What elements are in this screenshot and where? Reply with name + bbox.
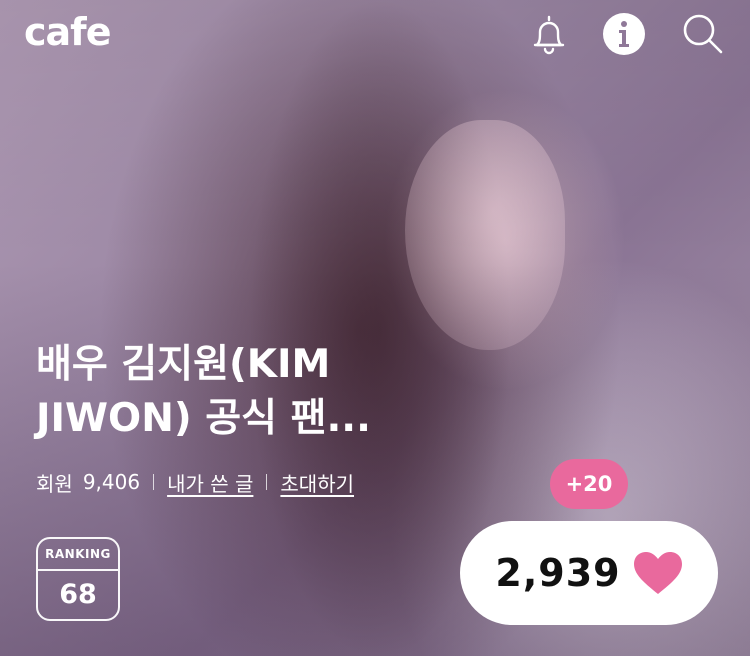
ranking-badge[interactable]: RANKING 68 [36, 537, 120, 621]
like-increase-badge: +20 [550, 459, 628, 509]
cafe-title-line2: JIWON) 공식 팬... [36, 396, 371, 441]
members-count: 9,406 [82, 470, 141, 494]
divider [153, 474, 155, 490]
invite-link[interactable]: 초대하기 [280, 468, 354, 497]
heart-icon [633, 552, 682, 594]
search-icon[interactable] [681, 12, 725, 56]
cafe-title[interactable]: 배우 김지원(KIM JIWON) 공식 팬... [36, 338, 416, 446]
ranking-label: RANKING [45, 547, 111, 561]
bell-icon[interactable] [527, 12, 571, 56]
cafe-title-line1: 배우 김지원(KIM [36, 342, 331, 387]
ranking-value: 68 [59, 579, 97, 610]
divider [266, 474, 268, 490]
members-label: 회원 [36, 471, 73, 496]
cafe-meta-row: 회원 9,406 내가 쓴 글 초대하기 [36, 467, 354, 497]
my-posts-link[interactable]: 내가 쓴 글 [167, 468, 253, 497]
cafe-logo[interactable]: cafe [24, 10, 111, 54]
like-button[interactable]: 2,939 [460, 521, 718, 625]
info-icon[interactable] [602, 12, 646, 56]
like-count: 2,939 [495, 551, 621, 595]
top-bar: cafe [0, 0, 750, 70]
